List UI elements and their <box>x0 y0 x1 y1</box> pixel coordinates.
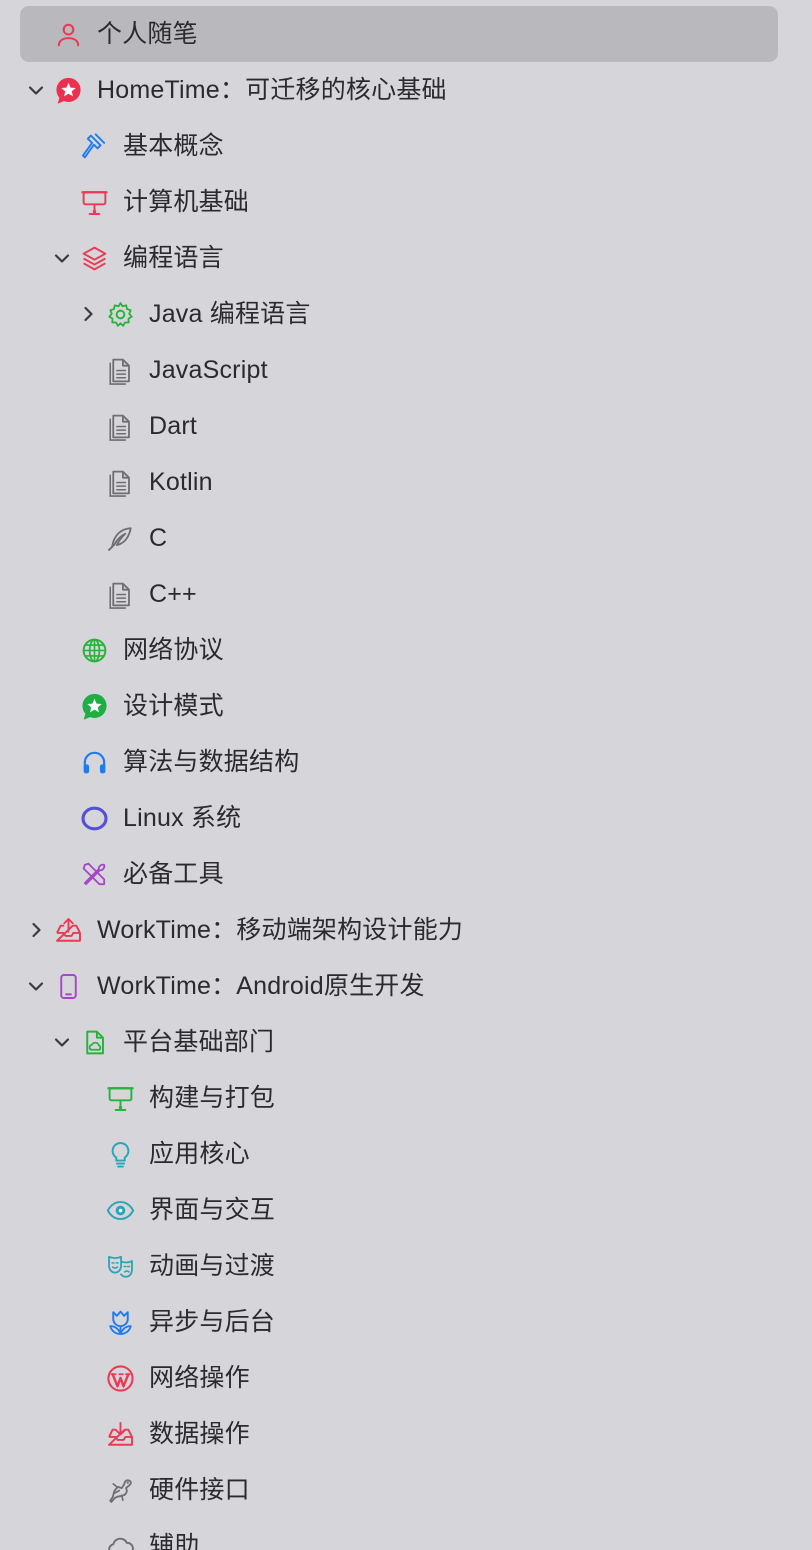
sidebar-row[interactable]: 构建与打包 <box>0 1070 812 1126</box>
sidebar: 个人随笔 HomeTime：可迁移的核心基础基本概念计算机基础编程语言 Java 编… <box>0 0 812 1550</box>
sidebar-row[interactable]: 计算机基础 <box>0 174 812 230</box>
sidebar-row-label: 个人随笔 <box>97 20 198 48</box>
document-icon <box>106 580 135 609</box>
sidebar-row[interactable]: 基本概念 <box>0 118 812 174</box>
sidebar-row[interactable]: 设计模式 <box>0 678 812 734</box>
sidebar-row[interactable]: 编程语言 <box>0 230 812 286</box>
sidebar-row-label: 异步与后台 <box>149 1308 276 1336</box>
chevron-down-icon[interactable] <box>25 975 47 997</box>
sidebar-row-label: 编程语言 <box>123 244 224 272</box>
sidebar-row[interactable]: 硬件接口 <box>0 1462 812 1518</box>
sidebar-row[interactable]: 异步与后台 <box>0 1294 812 1350</box>
sidebar-row-label: 辅助 <box>149 1532 200 1550</box>
chevron-down-icon[interactable] <box>51 247 73 269</box>
sidebar-row[interactable]: Dart <box>0 398 812 454</box>
globe-icon <box>80 636 109 665</box>
sidebar-row[interactable]: 界面与交互 <box>0 1182 812 1238</box>
sidebar-row-label: 网络协议 <box>123 636 224 664</box>
sidebar-row-label: C <box>149 524 168 552</box>
sidebar-row-label: 构建与打包 <box>149 1084 276 1112</box>
sidebar-row-label: Java 编程语言 <box>149 300 311 328</box>
chevron-down-icon[interactable] <box>51 1031 73 1053</box>
sidebar-row[interactable]: C++ <box>0 566 812 622</box>
sidebar-row[interactable]: WorkTime：移动端架构设计能力 <box>0 902 812 958</box>
sidebar-row-label: 硬件接口 <box>149 1476 250 1504</box>
sidebar-row-label: Linux 系统 <box>123 804 242 832</box>
phone-icon <box>54 972 83 1001</box>
chevron-right-icon[interactable] <box>25 919 47 941</box>
sidebar-row-label: 计算机基础 <box>123 188 250 216</box>
sidebar-row-label: C++ <box>149 580 197 608</box>
eye-icon <box>106 1196 135 1225</box>
gear-icon <box>106 300 135 329</box>
ring-icon <box>80 804 109 833</box>
sidebar-row[interactable]: 应用核心 <box>0 1126 812 1182</box>
star-bubble-icon <box>54 76 83 105</box>
sidebar-row[interactable]: HomeTime：可迁移的核心基础 <box>0 62 812 118</box>
sidebar-row[interactable]: JavaScript <box>0 342 812 398</box>
star-bubble-icon <box>80 692 109 721</box>
document-icon <box>106 412 135 441</box>
sidebar-row[interactable]: 网络协议 <box>0 622 812 678</box>
sidebar-row[interactable]: Kotlin <box>0 454 812 510</box>
layers-icon <box>80 244 109 273</box>
document-icon <box>106 468 135 497</box>
lizard-icon <box>106 1476 135 1505</box>
tools-icon <box>80 860 109 889</box>
wordpress-icon <box>106 1364 135 1393</box>
tulip-icon <box>106 1308 135 1337</box>
lightbulb-icon <box>106 1140 135 1169</box>
presentation-icon <box>80 188 109 217</box>
sidebar-row-label: 动画与过渡 <box>149 1252 276 1280</box>
sidebar-row[interactable]: C <box>0 510 812 566</box>
hammer-icon <box>80 132 109 161</box>
sidebar-row-label: Kotlin <box>149 468 213 496</box>
sidebar-row-label: JavaScript <box>149 356 268 384</box>
sidebar-row[interactable]: 网络操作 <box>0 1350 812 1406</box>
sidebar-row[interactable]: 必备工具 <box>0 846 812 902</box>
theater-masks-icon <box>106 1252 135 1281</box>
sidebar-row-label: 必备工具 <box>123 860 224 888</box>
sidebar-row-label: 界面与交互 <box>149 1196 276 1224</box>
inbox-upload-icon <box>54 916 83 945</box>
sidebar-row[interactable]: 个人随笔 <box>0 6 812 62</box>
sidebar-row-label: Dart <box>149 412 198 440</box>
sidebar-row[interactable]: 辅助 <box>0 1518 812 1550</box>
document-cloud-icon <box>80 1028 109 1057</box>
sidebar-row-label: 应用核心 <box>149 1140 250 1168</box>
sidebar-row-label: 设计模式 <box>123 692 224 720</box>
sidebar-row-label: 算法与数据结构 <box>123 748 300 776</box>
sidebar-row[interactable]: WorkTime：Android原生开发 <box>0 958 812 1014</box>
chevron-right-icon[interactable] <box>77 303 99 325</box>
sidebar-row[interactable]: 数据操作 <box>0 1406 812 1462</box>
headphones-icon <box>80 748 109 777</box>
sidebar-row-label: 平台基础部门 <box>123 1028 275 1056</box>
sidebar-row-label: WorkTime：Android原生开发 <box>97 972 425 1000</box>
sidebar-row-label: 网络操作 <box>149 1364 250 1392</box>
presentation-icon <box>106 1084 135 1113</box>
inbox-download-icon <box>106 1420 135 1449</box>
sidebar-row[interactable]: Java 编程语言 <box>0 286 812 342</box>
sidebar-row[interactable]: 平台基础部门 <box>0 1014 812 1070</box>
cloud-icon <box>106 1532 135 1550</box>
person-icon <box>54 20 83 49</box>
chevron-down-icon[interactable] <box>25 79 47 101</box>
feather-icon <box>106 524 135 553</box>
sidebar-row[interactable]: 算法与数据结构 <box>0 734 812 790</box>
sidebar-row[interactable]: Linux 系统 <box>0 790 812 846</box>
sidebar-row-label: 数据操作 <box>149 1420 250 1448</box>
document-icon <box>106 356 135 385</box>
sidebar-row[interactable]: 动画与过渡 <box>0 1238 812 1294</box>
sidebar-row-label: 基本概念 <box>123 132 224 160</box>
sidebar-row-label: HomeTime：可迁移的核心基础 <box>97 76 447 104</box>
sidebar-row-label: WorkTime：移动端架构设计能力 <box>97 916 464 944</box>
